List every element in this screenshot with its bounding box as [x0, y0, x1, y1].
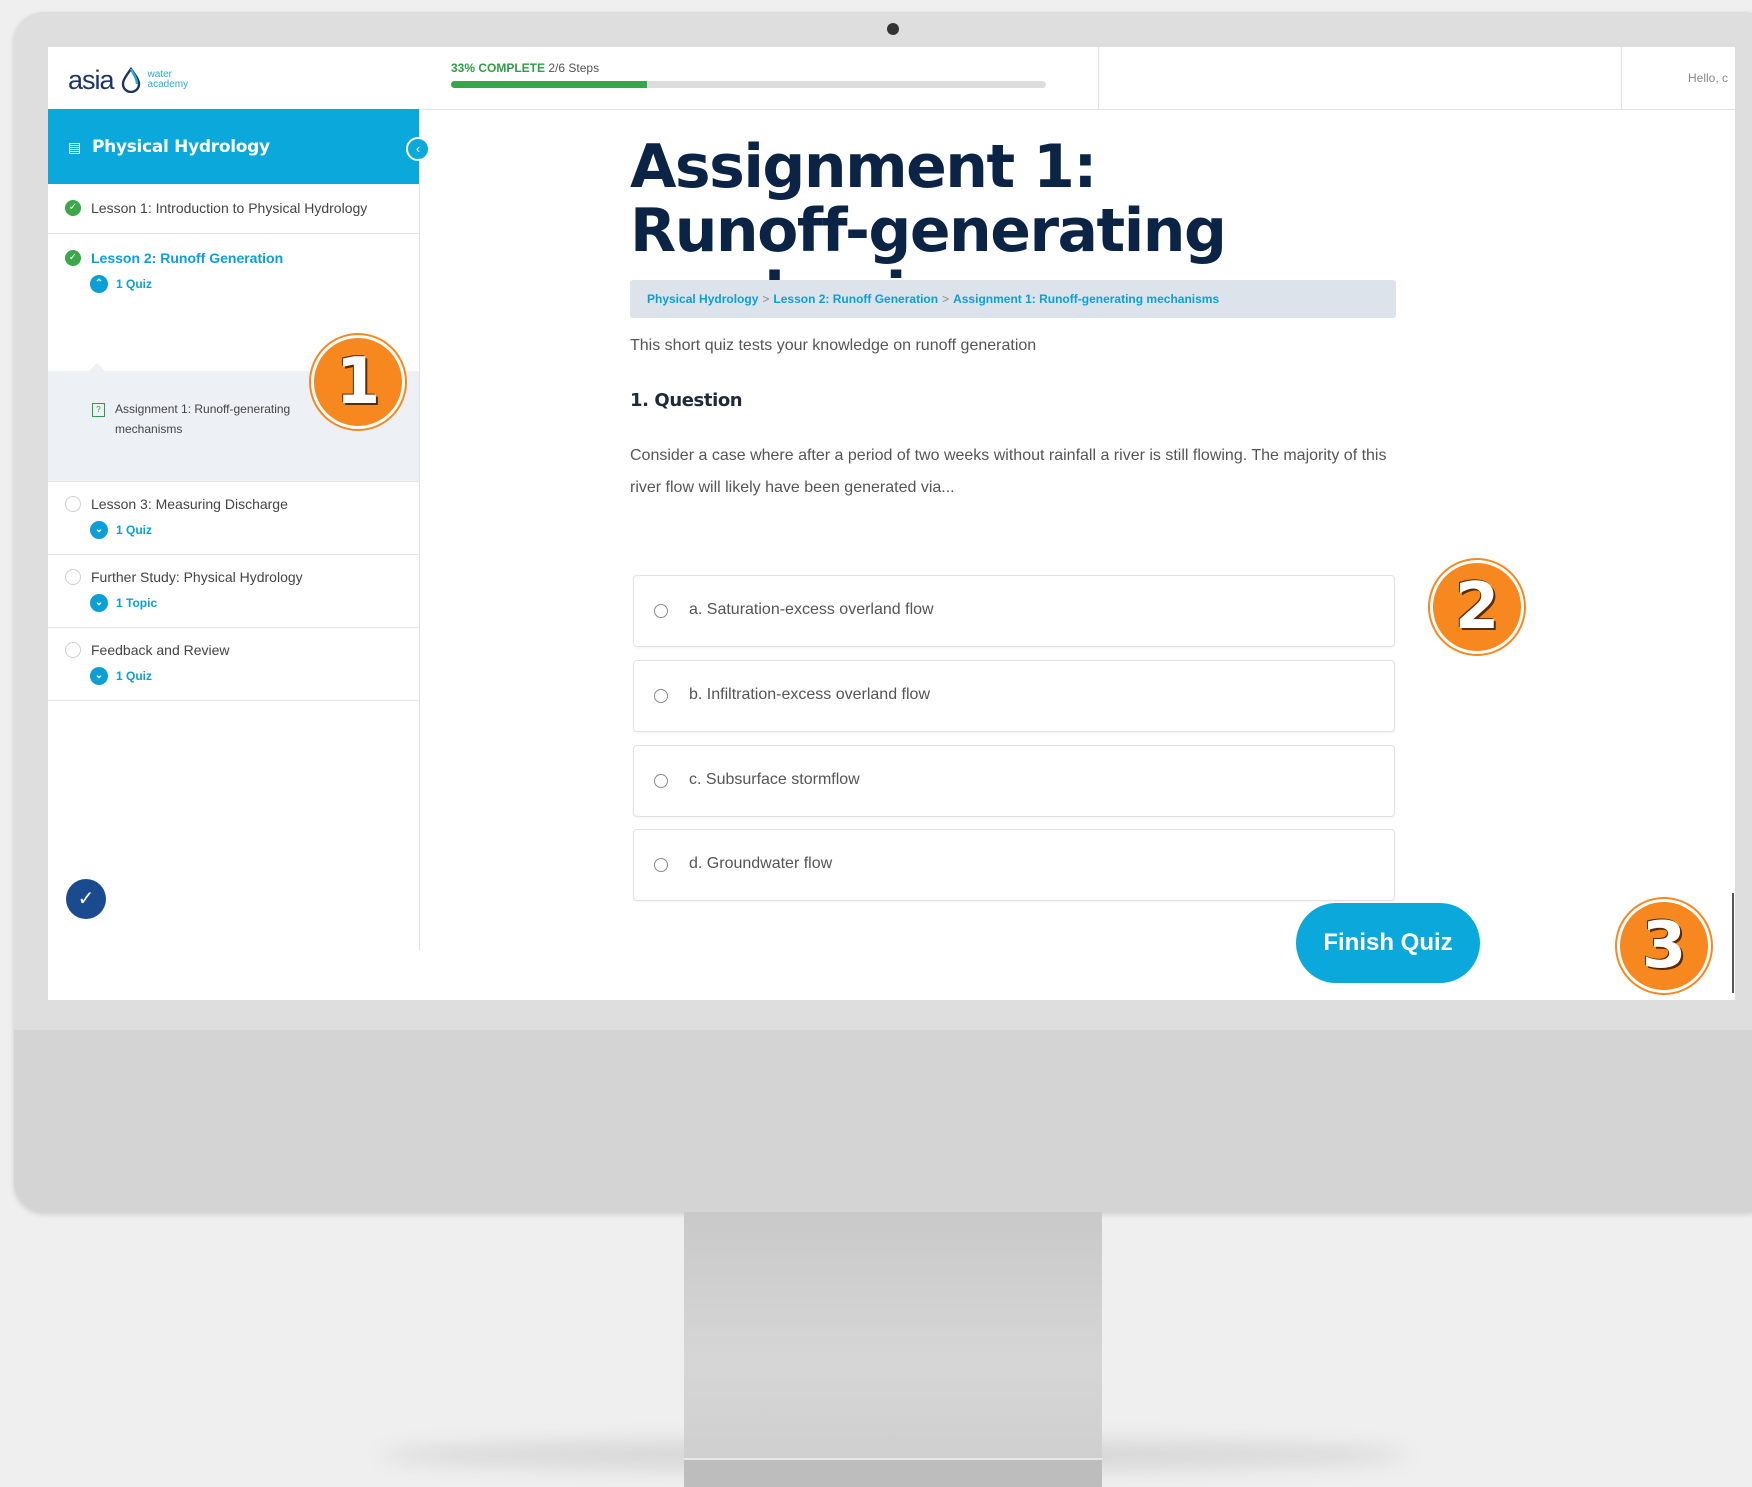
lesson-expand-toggle[interactable]: ⌄ 1 Topic	[90, 594, 157, 612]
header-divider	[1621, 47, 1622, 109]
lesson-row: Lesson 3: Measuring Discharge	[65, 496, 288, 512]
breadcrumb-separator: >	[942, 292, 950, 306]
lesson-row: ✓ Lesson 1: Introduction to Physical Hyd…	[65, 200, 367, 216]
finish-quiz-button[interactable]: Finish Quiz	[1296, 903, 1480, 983]
option-label: a. Saturation-excess overland flow	[689, 601, 934, 618]
screen: asia water academy 33% COMPLETE 2/6 Step…	[48, 47, 1735, 1000]
lesson-sub-label: 1 Quiz	[116, 523, 153, 537]
lesson-sub-label: 1 Quiz	[116, 277, 153, 291]
lesson-expand-toggle[interactable]: ⌄ 1 Quiz	[90, 521, 152, 539]
course-document-icon: ▤	[68, 139, 82, 155]
quiz-item-label: Assignment 1: Runoff-generating mechanis…	[115, 402, 291, 436]
breadcrumb-item[interactable]: Lesson 2: Runoff Generation	[773, 292, 938, 306]
header-divider	[1098, 47, 1099, 109]
quiz-intro: This short quiz tests your knowledge on …	[630, 337, 1037, 354]
chevron-down-icon: ⌄	[90, 594, 108, 612]
incomplete-circle-icon	[65, 642, 81, 658]
chevron-up-icon: ⌃	[90, 275, 108, 293]
incomplete-circle-icon	[65, 496, 81, 512]
lesson-expand-toggle[interactable]: ⌃ 1 Quiz	[90, 275, 152, 293]
notch-indicator	[88, 363, 106, 372]
check-icon: ✓	[65, 200, 81, 216]
monitor-stand-base	[684, 1458, 1102, 1487]
radio-button[interactable]	[654, 604, 668, 618]
lesson-title: Lesson 2: Runoff Generation	[91, 250, 284, 266]
question-text: Consider a case where after a period of …	[630, 447, 1387, 496]
answer-option-d[interactable]: d. Groundwater flow	[633, 829, 1395, 901]
option-label: b. Infiltration-excess overland flow	[689, 686, 930, 703]
chevron-down-icon: ⌄	[90, 521, 108, 539]
breadcrumb-item[interactable]: Physical Hydrology	[647, 292, 758, 306]
question-heading: 1. Question	[630, 390, 743, 411]
radio-button[interactable]	[654, 689, 668, 703]
progress-fill	[451, 81, 648, 88]
course-progress: 33% COMPLETE 2/6 Steps	[451, 61, 1096, 88]
lesson-row: Further Study: Physical Hydrology	[65, 569, 303, 585]
course-header[interactable]: ▤ Physical Hydrology	[48, 109, 419, 184]
lesson-title: Feedback and Review	[91, 642, 230, 658]
breadcrumb-item[interactable]: Assignment 1: Runoff-generating mechanis…	[953, 292, 1219, 306]
lesson-title: Lesson 3: Measuring Discharge	[91, 496, 288, 512]
user-greeting[interactable]: Hello, c	[1688, 71, 1728, 85]
camera-dot	[887, 23, 899, 35]
check-icon: ✓	[65, 250, 81, 266]
lesson-title: Lesson 1: Introduction to Physical Hydro…	[91, 200, 368, 216]
incomplete-circle-icon	[65, 569, 81, 585]
progress-steps: 2/6 Steps	[548, 61, 600, 75]
sidebar-lesson-4[interactable]: Further Study: Physical Hydrology ⌄ 1 To…	[48, 554, 419, 628]
sidebar-lesson-5[interactable]: Feedback and Review ⌄ 1 Quiz	[48, 627, 419, 701]
monitor-chin	[14, 1030, 1752, 1212]
lesson-sub-label: 1 Topic	[116, 596, 158, 610]
option-label: d. Groundwater flow	[689, 855, 833, 872]
lesson-row: ✓ Lesson 2: Runoff Generation	[65, 250, 283, 266]
progress-track	[451, 81, 1046, 88]
lesson-title: Further Study: Physical Hydrology	[91, 569, 303, 585]
monitor-stand	[684, 1212, 1102, 1460]
annotation-marker-3: 3	[1617, 899, 1711, 993]
logo-subtext: water academy	[147, 69, 189, 90]
answer-option-a[interactable]: a. Saturation-excess overland flow	[633, 575, 1395, 647]
breadcrumb: Physical Hydrology > Lesson 2: Runoff Ge…	[630, 280, 1396, 318]
option-label: c. Subsurface stormflow	[689, 771, 860, 788]
logo[interactable]: asia water academy	[68, 65, 188, 95]
progress-percent: 33% COMPLETE	[451, 61, 546, 75]
course-title: Physical Hydrology	[92, 137, 270, 157]
lesson-row: Feedback and Review	[65, 642, 230, 658]
progress-label: 33% COMPLETE 2/6 Steps	[451, 61, 1096, 75]
accessibility-badge-icon[interactable]: ✓	[66, 879, 106, 919]
lesson-sub-label: 1 Quiz	[116, 669, 153, 683]
radio-button[interactable]	[654, 774, 668, 788]
annotation-marker-1: 1	[311, 335, 405, 429]
scroll-edge	[1732, 893, 1734, 993]
answer-option-b[interactable]: b. Infiltration-excess overland flow	[633, 660, 1395, 732]
logo-wordmark: asia	[68, 64, 115, 95]
course-sidebar: ▤ Physical Hydrology ‹ ✓ Lesson 1: Intro…	[48, 109, 430, 950]
breadcrumb-separator: >	[762, 292, 770, 306]
lesson-expand-toggle[interactable]: ⌄ 1 Quiz	[90, 667, 152, 685]
quiz-icon: ?	[92, 403, 105, 417]
radio-button[interactable]	[654, 858, 668, 872]
chevron-left-icon: ‹	[415, 141, 421, 156]
chevron-down-icon: ⌄	[90, 667, 108, 685]
sidebar-lesson-3[interactable]: Lesson 3: Measuring Discharge ⌄ 1 Quiz	[48, 481, 419, 555]
collapse-sidebar-button[interactable]: ‹	[406, 137, 430, 161]
top-header: asia water academy 33% COMPLETE 2/6 Step…	[48, 47, 1735, 110]
sidebar-lesson-1[interactable]: ✓ Lesson 1: Introduction to Physical Hyd…	[48, 184, 419, 234]
water-drop-icon	[121, 67, 140, 93]
answer-option-c[interactable]: c. Subsurface stormflow	[633, 745, 1395, 817]
annotation-marker-2: 2	[1430, 560, 1524, 654]
